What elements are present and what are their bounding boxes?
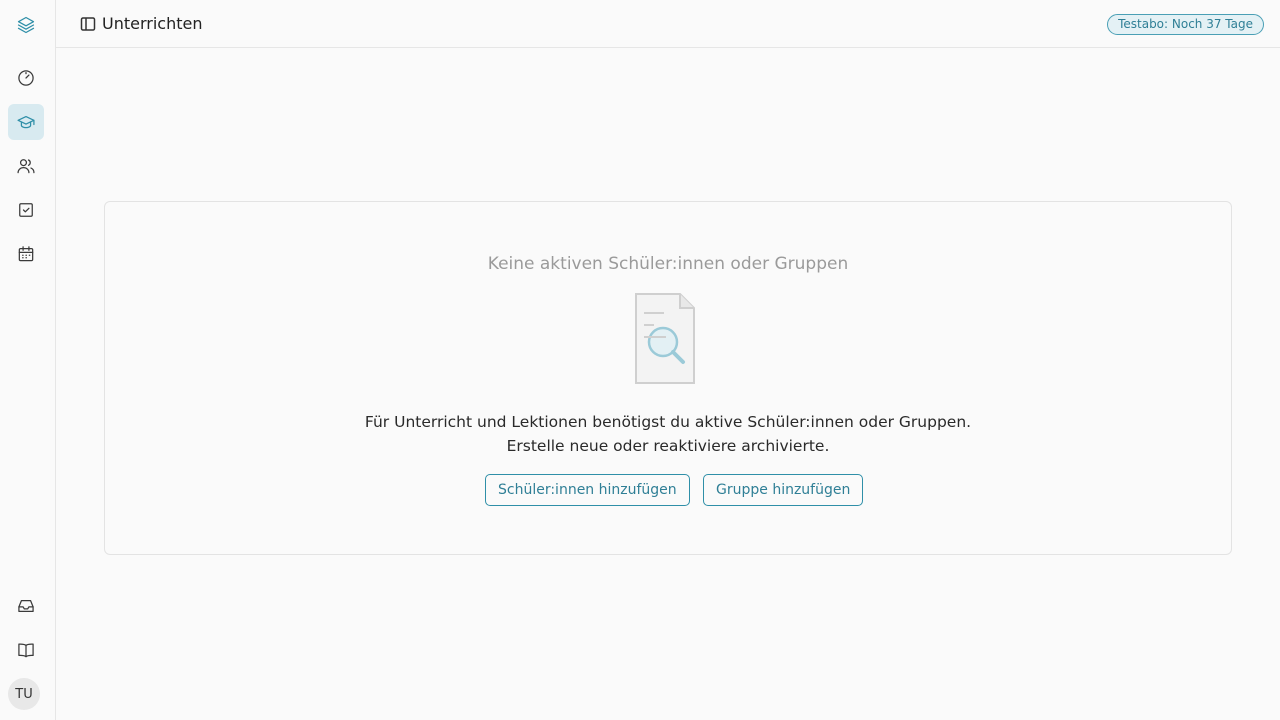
book-icon	[18, 643, 34, 658]
sidebar-item-inbox[interactable]	[8, 588, 44, 624]
empty-state-heading: Keine aktiven Schüler:innen oder Gruppen	[487, 254, 849, 274]
calendar-icon	[18, 246, 34, 262]
sidebar: TU	[0, 0, 56, 720]
add-students-button[interactable]: Schüler:innen hinzufügen	[485, 474, 690, 506]
sidebar-item-calendar[interactable]	[8, 236, 44, 272]
sidebar-item-teaching[interactable]	[8, 104, 44, 140]
users-icon	[17, 159, 35, 174]
sidebar-toggle-icon[interactable]	[80, 16, 96, 32]
sidebar-item-docs[interactable]	[8, 632, 44, 668]
empty-state-description: Für Unterricht und Lektionen benötigst d…	[364, 413, 972, 455]
layers-icon[interactable]	[8, 7, 44, 43]
document-search-icon	[635, 293, 695, 384]
checkbox-icon	[19, 203, 33, 217]
avatar[interactable]: TU	[8, 678, 40, 710]
inbox-icon	[18, 599, 34, 613]
sidebar-item-dashboard[interactable]	[8, 60, 44, 96]
trial-badge[interactable]: Testabo: Noch 37 Tage	[1107, 14, 1264, 35]
sidebar-item-students[interactable]	[8, 148, 44, 184]
empty-state-card: Keine aktiven Schüler:innen oder Gruppen…	[104, 201, 1232, 555]
top-bar: Unterrichten Testabo: Noch 37 Tage	[56, 0, 1280, 48]
gauge-icon	[18, 70, 34, 86]
avatar-initials: TU	[15, 686, 33, 702]
page-title: Unterrichten	[102, 14, 203, 33]
add-group-button[interactable]: Gruppe hinzufügen	[703, 474, 864, 506]
sidebar-item-tasks[interactable]	[8, 192, 44, 228]
graduation-cap-icon	[17, 115, 35, 129]
